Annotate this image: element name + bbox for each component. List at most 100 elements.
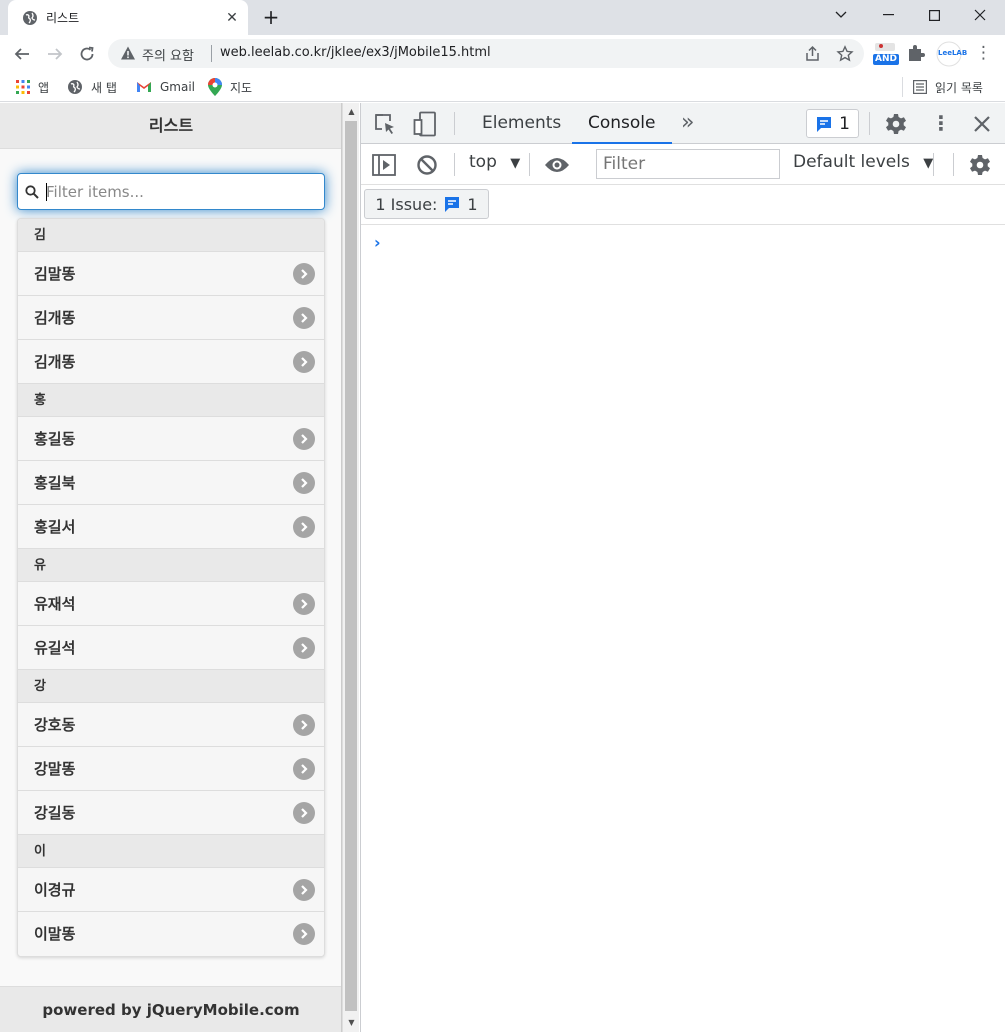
new-tab-button[interactable]: + bbox=[260, 6, 282, 28]
list-item[interactable]: 김개똥 bbox=[18, 296, 324, 340]
dropdown-arrow-icon: ▼ bbox=[510, 156, 521, 171]
close-icon bbox=[974, 116, 990, 132]
page-scrollbar[interactable]: ▲ ▼ bbox=[342, 103, 359, 1032]
console-toolbar: top ▼ Default levels ▼ bbox=[361, 144, 1005, 185]
clear-block-icon bbox=[417, 155, 437, 175]
reload-button[interactable] bbox=[74, 41, 100, 67]
leelab-avatar-text: LeeLAB bbox=[938, 49, 968, 57]
device-toggle-button[interactable] bbox=[413, 111, 437, 137]
devtools-menu-button[interactable]: ⋮ bbox=[931, 111, 951, 135]
bookmark-apps[interactable]: 앱 bbox=[16, 77, 49, 97]
puzzle-icon bbox=[909, 45, 925, 61]
toolbar-separator bbox=[953, 153, 954, 176]
share-icon[interactable] bbox=[804, 45, 822, 63]
message-icon bbox=[817, 116, 832, 132]
close-icon bbox=[974, 9, 986, 21]
back-button[interactable] bbox=[9, 41, 35, 67]
bookmark-label: 지도 bbox=[230, 80, 253, 95]
browser-tab[interactable]: 리스트 ✕ bbox=[8, 0, 248, 35]
reading-list-icon bbox=[913, 80, 927, 94]
scroll-down-arrow-icon[interactable]: ▼ bbox=[343, 1016, 360, 1030]
log-levels-label: Default levels bbox=[793, 152, 910, 172]
arrow-right-icon bbox=[293, 351, 315, 373]
url-text[interactable]: web.leelab.co.kr/jklee/ex3/jMobile15.htm… bbox=[220, 45, 491, 60]
list-item[interactable]: 홍길북 bbox=[18, 461, 324, 505]
list-divider: 이 bbox=[18, 835, 324, 868]
apps-grid-icon bbox=[16, 80, 30, 94]
extensions-button[interactable] bbox=[906, 43, 930, 67]
list-item[interactable]: 홍길서 bbox=[18, 505, 324, 549]
console-output[interactable]: › bbox=[361, 225, 1005, 1032]
extension-badge-text: AND bbox=[875, 54, 897, 64]
clear-console-button[interactable] bbox=[416, 154, 438, 176]
issues-badge-button[interactable]: 1 bbox=[806, 109, 859, 138]
devtools-tabbar: Elements Console » 1 ⋮ bbox=[361, 103, 1005, 144]
list-item-label: 홍길북 bbox=[34, 474, 76, 492]
browser-menu-button[interactable]: ⋮ bbox=[975, 43, 992, 63]
devtools-panel: Elements Console » 1 ⋮ top ▼ Filter Defa… bbox=[360, 103, 1005, 1032]
list-divider: 강 bbox=[18, 670, 324, 703]
extension-and-button[interactable]: AND bbox=[873, 42, 899, 66]
list-item[interactable]: 강길동 bbox=[18, 791, 324, 835]
bookmark-star-icon[interactable] bbox=[836, 45, 854, 63]
search-icon bbox=[25, 185, 39, 199]
list-item[interactable]: 김개똥 bbox=[18, 340, 324, 384]
bookmark-new-tab[interactable]: 새 탭 bbox=[67, 77, 117, 97]
tab-close-icon[interactable]: ✕ bbox=[222, 8, 242, 28]
list-item-label: 김개똥 bbox=[34, 353, 76, 371]
warning-triangle-icon[interactable] bbox=[120, 45, 136, 61]
list-item[interactable]: 김말똥 bbox=[18, 252, 324, 296]
list-item[interactable]: 이말똥 bbox=[18, 912, 324, 956]
close-window-button[interactable] bbox=[957, 0, 1003, 30]
inspect-element-button[interactable] bbox=[373, 112, 397, 136]
log-levels-dropdown[interactable]: Default levels ▼ bbox=[793, 152, 933, 172]
security-warning-text[interactable]: 주의 요함 bbox=[142, 45, 194, 64]
scrollbar-thumb[interactable] bbox=[345, 121, 357, 1011]
console-filter-input[interactable] bbox=[596, 149, 780, 179]
page-footer: powered by jQueryMobile.com bbox=[0, 986, 341, 1032]
inspect-cursor-icon bbox=[375, 114, 394, 134]
list-item[interactable]: 유재석 bbox=[18, 582, 324, 626]
tab-console[interactable]: Console bbox=[572, 103, 672, 144]
tab-title: 리스트 bbox=[46, 11, 80, 25]
page-title: 리스트 bbox=[0, 103, 341, 149]
filter-input[interactable] bbox=[46, 182, 316, 202]
scroll-up-arrow-icon[interactable]: ▲ bbox=[343, 105, 360, 119]
list-divider: 홍 bbox=[18, 384, 324, 417]
reading-list-button[interactable]: 읽기 목록 bbox=[913, 77, 983, 97]
tab-elements[interactable]: Elements bbox=[466, 103, 577, 144]
toolbar-separator bbox=[933, 153, 934, 176]
issues-badge-count: 1 bbox=[839, 113, 850, 134]
reading-list-label: 읽기 목록 bbox=[935, 80, 983, 95]
maximize-button[interactable] bbox=[911, 0, 957, 30]
settings-button[interactable] bbox=[884, 112, 908, 136]
console-settings-button[interactable] bbox=[968, 153, 992, 177]
toolbar-separator bbox=[529, 153, 530, 176]
list-item[interactable]: 이경규 bbox=[18, 868, 324, 912]
bookmark-maps[interactable]: 지도 bbox=[208, 77, 252, 97]
sidebar-toggle-icon bbox=[372, 154, 396, 176]
close-devtools-button[interactable] bbox=[972, 114, 992, 134]
list-item-label: 이말똥 bbox=[34, 925, 76, 943]
list-item[interactable]: 강호동 bbox=[18, 703, 324, 747]
list-item[interactable]: 유길석 bbox=[18, 626, 324, 670]
address-bar[interactable]: 주의 요함 web.leelab.co.kr/jklee/ex3/jMobile… bbox=[108, 39, 864, 68]
list-item[interactable]: 홍길동 bbox=[18, 417, 324, 461]
bookmark-gmail[interactable]: Gmail bbox=[136, 77, 195, 97]
console-prompt-icon[interactable]: › bbox=[374, 233, 381, 252]
context-selector[interactable]: top ▼ bbox=[469, 152, 520, 172]
minimize-icon bbox=[882, 14, 894, 16]
show-sidebar-button[interactable] bbox=[372, 153, 396, 177]
message-icon bbox=[445, 197, 460, 212]
more-tabs-icon[interactable]: » bbox=[681, 110, 694, 135]
live-expression-button[interactable] bbox=[544, 154, 570, 176]
list-item-label: 홍길서 bbox=[34, 518, 76, 536]
issues-chip-button[interactable]: 1 Issue: 1 bbox=[364, 189, 489, 219]
tab-search-button[interactable] bbox=[818, 0, 864, 30]
forward-button[interactable] bbox=[42, 41, 68, 67]
leelab-profile-button[interactable]: LeeLAB bbox=[936, 41, 967, 67]
list-item[interactable]: 강말똥 bbox=[18, 747, 324, 791]
toolbar-separator bbox=[454, 153, 455, 176]
minimize-button[interactable] bbox=[865, 0, 911, 30]
filter-field[interactable] bbox=[17, 173, 325, 210]
